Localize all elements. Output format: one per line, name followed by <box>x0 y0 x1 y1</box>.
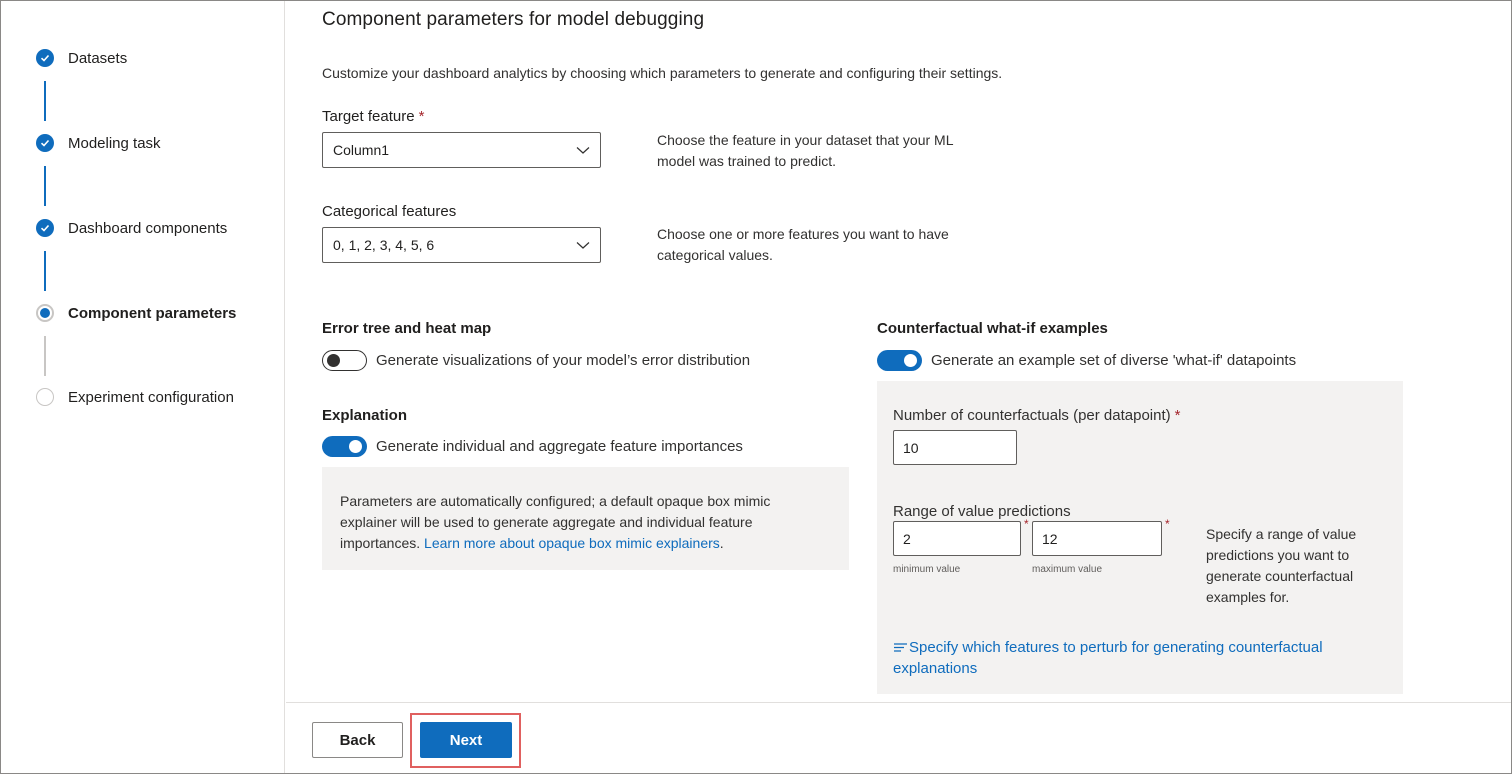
step-label: Component parameters <box>68 304 237 322</box>
counterfactual-toggle-row: Generate an example set of diverse 'what… <box>877 350 1296 371</box>
toggle-knob <box>327 354 340 367</box>
num-counterfactuals-label: Number of counterfactuals (per datapoint… <box>893 407 1181 424</box>
max-value-input[interactable]: 12 <box>1032 521 1162 556</box>
chevron-down-icon <box>576 147 590 154</box>
info-suffix: . <box>719 535 724 551</box>
target-feature-value: Column1 <box>333 142 390 158</box>
target-feature-helper: Choose the feature in your dataset that … <box>657 132 953 169</box>
toggle-knob <box>904 354 917 367</box>
required-marker: * <box>418 108 425 125</box>
main-content: Component parameters for model debugging… <box>286 1 1511 701</box>
explanation-toggle-row: Generate individual and aggregate featur… <box>322 436 743 457</box>
num-counterfactuals-input[interactable]: 10 <box>893 430 1017 465</box>
error-tree-toggle[interactable] <box>322 350 367 371</box>
perturb-features-link-text: Specify which features to perturb for ge… <box>893 639 1323 677</box>
categorical-features-helper: Choose one or more features you want to … <box>657 226 949 263</box>
explanation-info-box: Parameters are automatically configured;… <box>322 467 849 570</box>
counterfactual-toggle[interactable] <box>877 350 922 371</box>
error-tree-toggle-row: Generate visualizations of your model’s … <box>322 350 750 371</box>
step-label: Dashboard components <box>68 219 228 237</box>
explanation-toggle-text: Generate individual and aggregate featur… <box>376 438 743 455</box>
counterfactual-toggle-text: Generate an example set of diverse 'what… <box>931 352 1297 369</box>
step-dashboard-components[interactable]: Dashboard components <box>36 219 227 237</box>
categorical-features-dropdown[interactable]: 0, 1, 2, 3, 4, 5, 6 <box>322 227 601 263</box>
wizard-sidebar: Datasets Modeling task Dashboard compone… <box>1 1 285 773</box>
checkmark-icon <box>36 49 54 67</box>
required-marker: * <box>1174 407 1181 424</box>
categorical-features-label: Categorical features <box>322 203 457 220</box>
error-tree-toggle-text: Generate visualizations of your model’s … <box>376 352 751 369</box>
checkmark-icon <box>36 134 54 152</box>
range-helper: Specify a range of value predictions you… <box>1206 526 1357 605</box>
current-step-icon <box>36 304 54 322</box>
chevron-down-icon <box>576 242 590 249</box>
page-description: Customize your dashboard analytics by ch… <box>322 65 1003 81</box>
step-modeling-task[interactable]: Modeling task <box>36 134 161 152</box>
required-marker: * <box>1024 517 1029 531</box>
toggle-knob <box>349 440 362 453</box>
counterfactual-settings-panel: Number of counterfactuals (per datapoint… <box>877 381 1403 694</box>
perturb-features-link[interactable]: Specify which features to perturb for ge… <box>893 637 1363 679</box>
step-connector <box>44 336 46 376</box>
target-feature-label: Target feature * <box>322 108 424 125</box>
filter-lines-icon <box>894 643 907 652</box>
checkmark-icon <box>36 219 54 237</box>
page-title: Component parameters for model debugging <box>322 9 705 30</box>
counterfactual-title: Counterfactual what-if examples <box>877 320 1108 337</box>
step-datasets[interactable]: Datasets <box>36 49 127 67</box>
step-connector <box>44 166 46 206</box>
step-connector <box>44 81 46 121</box>
target-feature-label-text: Target feature <box>322 108 415 125</box>
min-value-input[interactable]: 2 <box>893 521 1021 556</box>
wizard-footer: Back Next <box>286 702 1511 773</box>
required-marker: * <box>1165 517 1170 531</box>
explanation-toggle[interactable] <box>322 436 367 457</box>
error-tree-title: Error tree and heat map <box>322 320 492 337</box>
categorical-features-value: 0, 1, 2, 3, 4, 5, 6 <box>333 237 435 253</box>
step-connector <box>44 251 46 291</box>
min-value-caption: minimum value <box>893 564 961 575</box>
num-counterfactuals-label-text: Number of counterfactuals (per datapoint… <box>893 407 1171 424</box>
range-label: Range of value predictions <box>893 503 1071 520</box>
explanation-title: Explanation <box>322 407 408 424</box>
step-label: Experiment configuration <box>68 388 234 406</box>
back-button[interactable]: Back <box>312 722 403 758</box>
step-label: Modeling task <box>68 134 161 152</box>
target-feature-dropdown[interactable]: Column1 <box>322 132 601 168</box>
opaque-box-learn-more-link[interactable]: Learn more about opaque box mimic explai… <box>424 535 720 551</box>
step-component-parameters[interactable]: Component parameters <box>36 304 236 322</box>
max-value-caption: maximum value <box>1032 564 1103 575</box>
next-button-highlight <box>410 713 521 768</box>
step-label: Datasets <box>68 49 128 67</box>
step-experiment-configuration[interactable]: Experiment configuration <box>36 388 234 406</box>
pending-step-icon <box>36 388 54 406</box>
